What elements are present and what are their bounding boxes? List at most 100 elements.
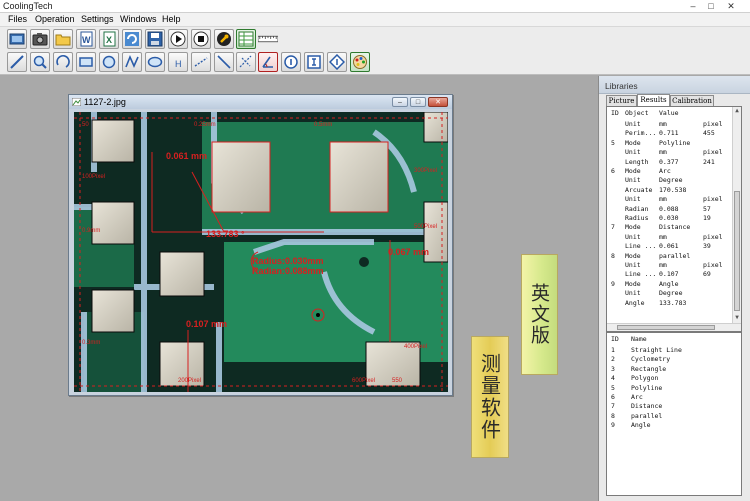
ruler-label-right3: 500Pixel [414, 224, 437, 230]
angle-tool-icon[interactable] [258, 52, 278, 72]
excel-export-icon[interactable]: X [99, 29, 119, 49]
table-row[interactable]: Length 0.377 241 [607, 158, 733, 167]
ellipse-icon[interactable] [145, 52, 165, 72]
table-cell: 0.088 [659, 204, 679, 213]
close-button[interactable]: ✕ [724, 0, 738, 12]
rectangle-icon[interactable] [76, 52, 96, 72]
crosshair-icon[interactable] [236, 52, 256, 72]
maximize-button[interactable]: □ [704, 0, 718, 12]
menu-settings[interactable]: Settings [81, 14, 114, 24]
table-row[interactable]: Line ... 0.061 39 [607, 242, 733, 251]
table-row[interactable]: Radian 0.088 57 [607, 205, 733, 214]
table-row[interactable]: Unit Degree [607, 176, 733, 185]
scroll-down-icon[interactable]: ▼ [733, 314, 741, 322]
folder-icon[interactable] [53, 29, 73, 49]
h-text-icon[interactable]: H [168, 52, 188, 72]
table-row[interactable]: Perim... 0.711 455 [607, 129, 733, 138]
play-icon[interactable] [168, 29, 188, 49]
results-scrollbar[interactable]: ▲ ▼ [732, 107, 741, 331]
table-cell: pixel [703, 120, 723, 128]
table-row[interactable]: Line ... 0.107 69 [607, 270, 733, 279]
list-cell: Angle [631, 421, 651, 430]
table-row[interactable]: Unit Degree [607, 289, 733, 298]
diamond-icon[interactable] [327, 52, 347, 72]
results-hscroll-thumb[interactable] [617, 325, 715, 330]
list-cell: Rectangle [631, 364, 667, 373]
results-list[interactable]: ID Object Value Unit mm pixel Perim... 0.711… [606, 106, 742, 332]
image-maximize-button[interactable]: □ [410, 97, 426, 107]
info-circle-icon[interactable] [281, 52, 301, 72]
list-cell: 2 [611, 355, 615, 364]
library-list[interactable]: ID Name 1 Straight Line 2 Cyclometry 3 Rectan… [606, 332, 742, 496]
list-item[interactable]: 3 Rectangle [607, 365, 733, 374]
table-row[interactable]: Unit mm pixel [607, 233, 733, 242]
menu-help[interactable]: Help [162, 14, 181, 24]
table-row[interactable]: Arcuate 170.538 [607, 186, 733, 195]
line-icon[interactable] [7, 52, 27, 72]
list-item[interactable]: 2 Cyclometry [607, 355, 733, 364]
menu-windows[interactable]: Windows [120, 14, 157, 24]
camera-icon[interactable] [30, 29, 50, 49]
table-cell: Mode [625, 138, 641, 147]
tab-picture[interactable]: Picture [606, 95, 637, 106]
list-item[interactable]: 9 Angle [607, 421, 733, 430]
table-row[interactable]: Radius 0.030 19 [607, 214, 733, 223]
polyline-icon[interactable] [122, 52, 142, 72]
info-box-icon[interactable] [304, 52, 324, 72]
table-row[interactable]: 8 Mode parallel [607, 252, 733, 261]
open-icon[interactable] [7, 29, 27, 49]
list-item[interactable]: 4 Polygon [607, 374, 733, 383]
list-cell: 1 [611, 346, 615, 354]
pcb-image[interactable]: 0.061 mm 133.783 ° Radius:0.030mm Radian… [74, 112, 448, 392]
wrench-icon[interactable] [214, 29, 234, 49]
stop-icon[interactable] [191, 29, 211, 49]
list-item[interactable]: 1 Straight Line [607, 346, 733, 355]
menu-files[interactable]: Files [8, 14, 27, 24]
table-row[interactable]: Unit mm pixel [607, 148, 733, 157]
ruler-icon[interactable] [258, 29, 278, 49]
table-row[interactable]: 5 Mode Polyline [607, 139, 733, 148]
table-cell: 241 [703, 157, 715, 166]
menu-operation[interactable]: Operation [35, 14, 75, 24]
tab-results[interactable]: Results [637, 94, 670, 106]
palette-icon[interactable] [350, 52, 370, 72]
circle-arc-icon[interactable] [53, 52, 73, 72]
svg-text:X: X [106, 35, 112, 45]
ruler-label-bottom3: 550 [392, 378, 403, 384]
results-hscrollbar[interactable] [607, 323, 741, 331]
table-cell: Mode [625, 223, 641, 232]
results-scroll-thumb[interactable] [734, 191, 740, 311]
zoom-icon[interactable] [30, 52, 50, 72]
diagonal-icon[interactable] [214, 52, 234, 72]
table-cell: mm [659, 195, 667, 204]
table-cell: Line ... [625, 270, 657, 279]
list-item[interactable]: 6 Arc [607, 393, 733, 402]
image-close-button[interactable]: ✕ [428, 97, 448, 107]
word-export-icon[interactable]: W [76, 29, 96, 49]
table-cell: 69 [703, 270, 711, 279]
table-cell: 5 [611, 138, 615, 147]
grid-table-icon[interactable] [236, 29, 256, 49]
image-window[interactable]: 1127-2.jpg – □ ✕ 0.061 mm 133.783 ° Radi… [68, 94, 453, 396]
table-row[interactable]: 9 Mode Angle [607, 280, 733, 289]
save-icon[interactable] [145, 29, 165, 49]
refresh-icon[interactable] [122, 29, 142, 49]
scroll-up-icon[interactable]: ▲ [733, 107, 741, 115]
table-row[interactable]: Angle 133.783 [607, 299, 733, 308]
image-minimize-button[interactable]: – [392, 97, 408, 107]
table-row[interactable]: Unit mm pixel [607, 120, 733, 129]
image-window-titlebar[interactable]: 1127-2.jpg – □ ✕ [69, 95, 452, 109]
distance-icon[interactable] [191, 52, 211, 72]
minimize-button[interactable]: – [686, 0, 700, 12]
circle-icon[interactable] [99, 52, 119, 72]
list-item[interactable]: 7 Distance [607, 402, 733, 411]
table-row[interactable]: 6 Mode Arc [607, 167, 733, 176]
list-item[interactable]: 5 Polyline [607, 384, 733, 393]
table-cell: 0.030 [659, 214, 679, 222]
table-row[interactable]: 7 Mode Distance [607, 223, 733, 232]
table-row[interactable]: Unit mm pixel [607, 195, 733, 204]
list-item[interactable]: 8 parallel [607, 412, 733, 421]
table-row[interactable]: Unit mm pixel [607, 261, 733, 270]
table-cell: Polyline [659, 138, 691, 147]
tab-calibration[interactable]: Calibration [670, 95, 714, 106]
